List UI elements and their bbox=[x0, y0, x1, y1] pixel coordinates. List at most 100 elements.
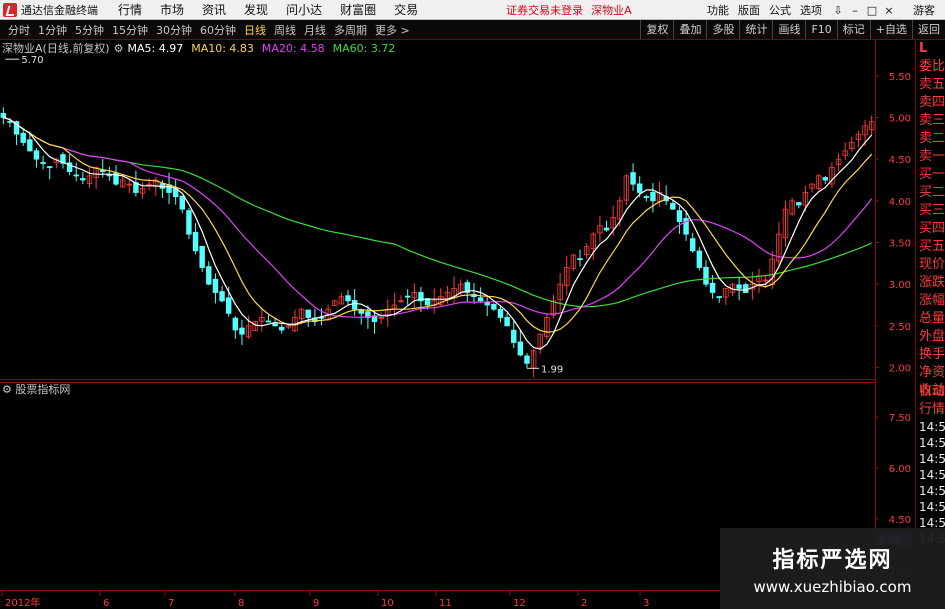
quote-label: 总量 bbox=[919, 311, 945, 326]
close-icon[interactable]: × bbox=[882, 4, 896, 17]
candle-body bbox=[80, 178, 86, 181]
tool-overlay[interactable]: 叠加 bbox=[673, 20, 706, 39]
period-tick[interactable]: 分时 bbox=[8, 22, 30, 38]
candle-body bbox=[504, 317, 510, 327]
gear-icon[interactable]: ⚙ bbox=[114, 42, 124, 55]
indicator-label: 4.50 bbox=[889, 515, 911, 526]
period-1min[interactable]: 1分钟 bbox=[38, 22, 67, 38]
quote-label: 委比 bbox=[919, 59, 945, 74]
period-daily[interactable]: 日线 bbox=[244, 22, 266, 38]
quote-label: 卖二 bbox=[919, 131, 945, 146]
maximize-icon[interactable]: □ bbox=[865, 4, 879, 17]
watermark-title: 指标严选网 bbox=[772, 548, 893, 573]
minimize-icon[interactable]: – bbox=[848, 4, 862, 17]
period-weekly[interactable]: 周线 bbox=[274, 22, 296, 38]
menu-item-quotes[interactable]: 行情 bbox=[118, 1, 142, 18]
indicator-title[interactable]: ⚙ 股票指标网 bbox=[2, 381, 70, 397]
menu-item-discover[interactable]: 发现 bbox=[244, 1, 268, 18]
tool-f10[interactable]: F10 bbox=[805, 20, 836, 39]
candle-body bbox=[709, 282, 716, 293]
candle-body bbox=[351, 300, 358, 310]
candle-body bbox=[703, 266, 709, 285]
price-label: 3.00 bbox=[889, 280, 911, 291]
candle-body bbox=[497, 308, 504, 318]
candle-body bbox=[650, 192, 656, 202]
high-label: 5.70 bbox=[21, 55, 43, 66]
candle-body bbox=[822, 177, 829, 181]
menu-bar: 通达信金融终端 行情 市场 资讯 发现 问小达 财富圈 交易 证券交易未登录 深… bbox=[0, 0, 945, 20]
period-60min[interactable]: 60分钟 bbox=[200, 22, 236, 38]
quote-label: 卖四 bbox=[919, 95, 945, 110]
gear-icon[interactable]: ⚙ bbox=[2, 383, 12, 396]
candle-body bbox=[716, 296, 722, 298]
candle-body bbox=[192, 231, 199, 252]
candle-body bbox=[232, 317, 239, 331]
price-label: 2.00 bbox=[889, 364, 911, 375]
price-label: 5.00 bbox=[889, 114, 911, 125]
period-30min[interactable]: 30分钟 bbox=[156, 22, 192, 38]
low-label: 1.99 bbox=[541, 364, 563, 375]
tool-draw[interactable]: 画线 bbox=[772, 20, 805, 39]
legend-stock[interactable]: 深物业A(日线,前复权) bbox=[2, 40, 110, 56]
tick-time: 14:5 bbox=[919, 452, 945, 466]
period-multi[interactable]: 多周期 bbox=[334, 22, 367, 38]
watermark-url: www.xuezhibiao.com bbox=[753, 578, 912, 596]
login-status[interactable]: 证券交易未登录 bbox=[506, 2, 583, 18]
quote-label: 买二 bbox=[919, 185, 945, 200]
quote-label: 换手 bbox=[919, 347, 945, 362]
price-label: 4.00 bbox=[889, 197, 911, 208]
tool-stats[interactable]: 统计 bbox=[739, 20, 772, 39]
tool-mark[interactable]: 标记 bbox=[836, 20, 870, 39]
candle-body bbox=[477, 297, 484, 302]
quote-label: 涨跌 bbox=[919, 275, 945, 290]
candle-body bbox=[186, 210, 192, 235]
time-label: 10 bbox=[381, 598, 394, 609]
down-arrow-icon[interactable]: ⇩ bbox=[831, 4, 845, 17]
candle-body bbox=[179, 195, 186, 210]
candle-body bbox=[743, 284, 749, 293]
menu-item-ask[interactable]: 问小达 bbox=[286, 1, 322, 18]
indicator-name: 股票指标网 bbox=[15, 383, 71, 396]
price-axis: 5.50 5.00 4.50 4.00 3.50 3.00 2.50 2.00 7.50 6.00… bbox=[875, 72, 912, 577]
tick-time: 14:5 bbox=[919, 468, 945, 482]
auto-quote-label: 自动 bbox=[919, 384, 945, 399]
ma5-line bbox=[3, 116, 873, 350]
candle-body bbox=[199, 245, 205, 268]
period-15min[interactable]: 15分钟 bbox=[112, 22, 148, 38]
period-5min[interactable]: 5分钟 bbox=[75, 22, 104, 38]
indicator-label: 7.50 bbox=[889, 413, 911, 424]
candle-body bbox=[484, 301, 490, 306]
chart-grid bbox=[0, 40, 876, 609]
candle-body bbox=[603, 227, 610, 231]
tool-add-watchlist[interactable]: +自选 bbox=[869, 20, 912, 39]
menu-right: 功能 版面 公式 选项 ⇩ – □ × 游客 bbox=[707, 0, 945, 20]
period-monthly[interactable]: 月线 bbox=[304, 22, 326, 38]
guest-user[interactable]: 游客 bbox=[913, 2, 935, 18]
quote-label: 净资 bbox=[919, 365, 945, 380]
tick-time: 14:5 bbox=[919, 436, 945, 450]
menu-item-trade[interactable]: 交易 bbox=[394, 1, 418, 18]
menu-options[interactable]: 选项 bbox=[800, 2, 822, 18]
period-toolbar: 分时 1分钟 5分钟 15分钟 30分钟 60分钟 日线 周线 月线 多周期 更… bbox=[0, 20, 945, 40]
tool-adjust[interactable]: 复权 bbox=[640, 20, 673, 39]
quote-label: 卖一 bbox=[919, 149, 945, 164]
candle-body bbox=[46, 166, 53, 168]
menu-layout[interactable]: 版面 bbox=[738, 2, 760, 18]
period-more[interactable]: 更多 > bbox=[375, 22, 410, 38]
menu-item-news[interactable]: 资讯 bbox=[202, 1, 226, 18]
menu-function[interactable]: 功能 bbox=[707, 2, 729, 18]
menu-item-market[interactable]: 市场 bbox=[160, 1, 184, 18]
time-label: 3 bbox=[643, 598, 649, 609]
time-label: 12 bbox=[513, 598, 526, 609]
tool-multi-stock[interactable]: 多股 bbox=[706, 20, 739, 39]
menu-formula[interactable]: 公式 bbox=[769, 2, 791, 18]
candle-body bbox=[219, 291, 225, 302]
kline-chart[interactable]: 5.70 1.99 5.50 5.00 4.50 4.00 3.50 3.00 2.50 2.0… bbox=[0, 40, 915, 609]
candle-body bbox=[206, 266, 212, 285]
candle-body bbox=[491, 303, 497, 310]
time-label: 7 bbox=[168, 598, 174, 609]
chart-legend: 深物业A(日线,前复权) ⚙ MA5: 4.97 MA10: 4.83 MA20… bbox=[2, 40, 403, 56]
menu-item-wealth[interactable]: 财富圈 bbox=[340, 1, 376, 18]
tool-back[interactable]: 返回 bbox=[912, 20, 945, 39]
time-label: 6 bbox=[103, 598, 109, 609]
